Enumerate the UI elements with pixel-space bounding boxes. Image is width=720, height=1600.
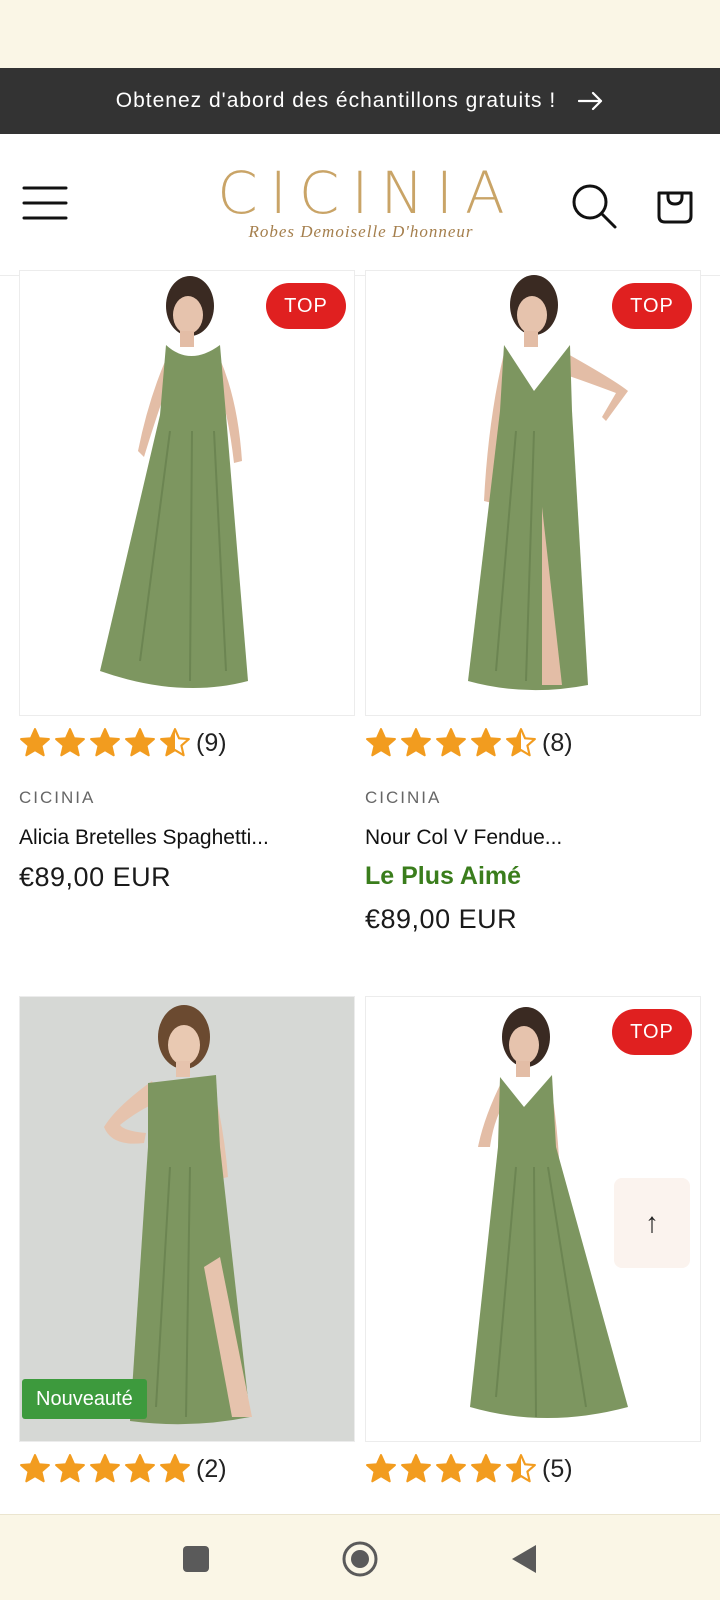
stars bbox=[365, 1453, 537, 1485]
arrow-right-icon[interactable] bbox=[578, 91, 604, 111]
star-icon bbox=[160, 1454, 190, 1483]
site-header: CICINIA Robes Demoiselle D'honneur bbox=[0, 134, 720, 276]
product-image[interactable]: TOP bbox=[365, 270, 701, 716]
star-icon bbox=[401, 1454, 431, 1483]
product-card[interactable]: TOP (9) CICINIA Alicia Bretelles Spaghet… bbox=[19, 270, 355, 892]
star-rating: (8) bbox=[365, 723, 573, 763]
product-card[interactable]: TOP (8) CICINIA Nour Col V Fendue... Le … bbox=[365, 270, 701, 934]
star-icon bbox=[55, 1454, 85, 1483]
new-badge: Nouveauté bbox=[22, 1379, 147, 1419]
site-logo[interactable]: CICINIA Robes Demoiselle D'honneur bbox=[196, 162, 526, 242]
shopping-bag-icon[interactable] bbox=[654, 184, 696, 226]
star-icon bbox=[471, 728, 501, 757]
recent-apps-button[interactable] bbox=[176, 1539, 216, 1579]
product-card[interactable]: Nouveauté (2) bbox=[19, 996, 355, 1483]
scroll-to-top-button[interactable]: ↑ bbox=[614, 1178, 690, 1268]
star-icon bbox=[506, 1454, 536, 1483]
star-icon bbox=[471, 1454, 501, 1483]
android-nav-bar bbox=[0, 1514, 720, 1600]
review-count: (2) bbox=[196, 1454, 227, 1483]
logo-name: CICINIA bbox=[217, 159, 517, 227]
star-rating: (9) bbox=[19, 723, 227, 763]
star-icon bbox=[20, 1454, 50, 1483]
star-icon bbox=[436, 728, 466, 757]
review-count: (5) bbox=[542, 1454, 573, 1483]
search-icon[interactable] bbox=[570, 182, 618, 230]
announcement-bar[interactable]: Obtenez d'abord des échantillons gratuit… bbox=[0, 68, 720, 134]
star-icon bbox=[90, 728, 120, 757]
arrow-up-icon: ↑ bbox=[645, 1207, 659, 1238]
dress-image bbox=[468, 275, 628, 691]
product-brand: CICINIA bbox=[19, 788, 96, 807]
top-badge: TOP bbox=[266, 283, 346, 329]
star-icon bbox=[125, 728, 155, 757]
status-bar bbox=[0, 0, 720, 68]
home-button[interactable] bbox=[340, 1539, 380, 1579]
star-icon bbox=[366, 728, 396, 757]
product-title[interactable]: Alicia Bretelles Spaghetti... bbox=[19, 826, 319, 850]
star-icon bbox=[20, 728, 50, 757]
star-rating: (2) bbox=[19, 1449, 227, 1489]
product-price: €89,00 EUR bbox=[19, 862, 172, 892]
product-image[interactable]: TOP bbox=[19, 270, 355, 716]
star-rating: (5) bbox=[365, 1449, 573, 1489]
review-count: (9) bbox=[196, 728, 227, 757]
star-icon bbox=[90, 1454, 120, 1483]
stars bbox=[365, 727, 537, 759]
product-brand: CICINIA bbox=[365, 788, 442, 807]
product-price: €89,00 EUR bbox=[365, 904, 518, 934]
product-image[interactable]: Nouveauté bbox=[19, 996, 355, 1442]
announcement-text: Obtenez d'abord des échantillons gratuit… bbox=[115, 89, 557, 112]
review-count: (8) bbox=[542, 728, 573, 757]
stars bbox=[19, 727, 191, 759]
star-icon bbox=[506, 728, 536, 757]
star-icon bbox=[125, 1454, 155, 1483]
product-title[interactable]: Nour Col V Fendue... bbox=[365, 826, 665, 850]
hamburger-menu-icon[interactable] bbox=[22, 180, 68, 226]
back-button[interactable] bbox=[504, 1539, 544, 1579]
top-badge: TOP bbox=[612, 1009, 692, 1055]
star-icon bbox=[55, 728, 85, 757]
star-icon bbox=[436, 1454, 466, 1483]
star-icon bbox=[366, 1454, 396, 1483]
stars bbox=[19, 1453, 191, 1485]
dress-image bbox=[100, 276, 248, 689]
promo-label: Le Plus Aimé bbox=[365, 862, 522, 890]
top-badge: TOP bbox=[612, 283, 692, 329]
star-icon bbox=[401, 728, 431, 757]
star-icon bbox=[160, 728, 190, 757]
dress-image bbox=[104, 1005, 252, 1425]
